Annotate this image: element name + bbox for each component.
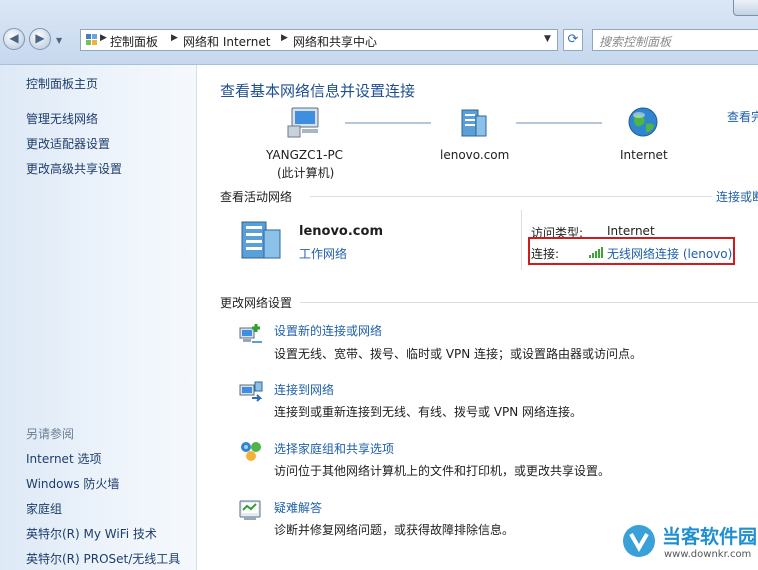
- forward-button[interactable]: ▶: [29, 28, 51, 50]
- breadcrumb-network-sharing-center[interactable]: 网络和共享中心: [293, 33, 377, 50]
- sidebar: 控制面板主页 管理无线网络 更改适配器设置 更改高级共享设置 另请参阅 Inte…: [0, 65, 197, 570]
- map-network-name[interactable]: lenovo.com: [440, 148, 509, 162]
- forward-arrow-icon: ▶: [35, 31, 45, 45]
- task-connect-network-desc: 连接到或重新连接到无线、有线、拨号或 VPN 网络连接。: [274, 405, 583, 419]
- task-homegroup-link[interactable]: 选择家庭组和共享选项: [274, 440, 394, 457]
- back-arrow-icon: ◀: [9, 31, 19, 45]
- computer-name: YANGZC1-PC: [266, 148, 344, 162]
- watermark-url: www.downkr.com: [664, 549, 752, 560]
- sidebar-item-adapter-settings[interactable]: 更改适配器设置: [26, 135, 110, 152]
- internet-globe-icon: [626, 106, 660, 138]
- recent-pages-icon[interactable]: ▼: [56, 36, 62, 45]
- sidebar-link-windows-firewall[interactable]: Windows 防火墙: [26, 475, 119, 492]
- map-connector-line: [516, 122, 602, 124]
- vertical-divider: [521, 210, 522, 270]
- sidebar-item-manage-wireless[interactable]: 管理无线网络: [26, 110, 98, 127]
- sidebar-item-control-panel-home[interactable]: 控制面板主页: [26, 75, 98, 92]
- breadcrumb-separator-icon: ▶: [100, 33, 107, 43]
- map-internet-label[interactable]: Internet: [620, 148, 668, 162]
- troubleshoot-icon: [238, 498, 264, 522]
- sidebar-item-advanced-sharing[interactable]: 更改高级共享设置: [26, 160, 122, 177]
- change-settings-heading: 更改网络设置: [220, 296, 293, 310]
- work-network-icon: [238, 216, 284, 260]
- refresh-button[interactable]: ⟳: [563, 29, 583, 51]
- task-troubleshoot-desc: 诊断并修复网络问题，或获得故障排除信息。: [274, 523, 515, 537]
- access-type-value: Internet: [607, 224, 655, 238]
- sidebar-link-proset-wireless[interactable]: 英特尔(R) PROSet/无线工具: [26, 550, 180, 567]
- back-button[interactable]: ◀: [3, 28, 25, 50]
- computer-icon: [286, 106, 322, 138]
- navigation-bar: ◀ ▶ ▼ ▶ 控制面板 ▶ 网络和 Internet ▶ 网络和共享中心 ▼ …: [0, 0, 758, 65]
- task-new-connection-link[interactable]: 设置新的连接或网络: [274, 322, 382, 339]
- control-panel-icon: [85, 33, 98, 46]
- sidebar-link-my-wifi[interactable]: 英特尔(R) My WiFi 技术: [26, 525, 157, 542]
- new-connection-icon: [238, 322, 264, 346]
- see-also-heading: 另请参阅: [26, 427, 75, 441]
- map-connector-line: [345, 122, 431, 124]
- address-bar[interactable]: ▶ 控制面板 ▶ 网络和 Internet ▶ 网络和共享中心 ▼: [80, 29, 558, 51]
- breadcrumb-control-panel[interactable]: 控制面板: [110, 33, 158, 50]
- task-connect-network-link[interactable]: 连接到网络: [274, 381, 334, 398]
- watermark-brand: 当客软件园: [662, 526, 758, 548]
- breadcrumb-separator-icon[interactable]: ▶: [281, 33, 288, 43]
- sidebar-link-homegroup[interactable]: 家庭组: [26, 500, 62, 517]
- task-homegroup-desc: 访问位于其他网络计算机上的文件和打印机，或更改共享设置。: [274, 464, 611, 478]
- page-title: 查看基本网络信息并设置连接: [220, 82, 416, 100]
- search-input[interactable]: 搜索控制面板: [592, 29, 758, 51]
- network-icon: [456, 106, 490, 138]
- section-divider: [310, 196, 712, 197]
- breadcrumb-separator-icon[interactable]: ▶: [171, 33, 178, 43]
- view-full-map-link[interactable]: 查看完: [727, 108, 758, 125]
- network-type-link[interactable]: 工作网络: [299, 245, 347, 262]
- address-dropdown-icon[interactable]: ▼: [544, 34, 551, 44]
- active-network-name: lenovo.com: [299, 224, 383, 239]
- homegroup-icon: [238, 439, 264, 463]
- connect-disconnect-link[interactable]: 连接或断: [716, 188, 758, 205]
- watermark-logo-icon: [622, 524, 656, 558]
- task-new-connection-desc: 设置无线、宽带、拨号、临时或 VPN 连接；或设置路由器或访问点。: [274, 347, 643, 361]
- connect-network-icon: [238, 380, 264, 404]
- active-networks-heading: 查看活动网络: [220, 190, 293, 204]
- computer-subtitle: (此计算机): [277, 166, 335, 180]
- sidebar-link-internet-options[interactable]: Internet 选项: [26, 450, 101, 467]
- window-close-button[interactable]: [733, 0, 758, 16]
- breadcrumb-network-internet[interactable]: 网络和 Internet: [183, 33, 270, 50]
- section-divider: [300, 302, 758, 303]
- task-troubleshoot-link[interactable]: 疑难解答: [274, 499, 322, 516]
- highlight-box: [528, 237, 735, 265]
- refresh-icon: ⟳: [567, 32, 579, 47]
